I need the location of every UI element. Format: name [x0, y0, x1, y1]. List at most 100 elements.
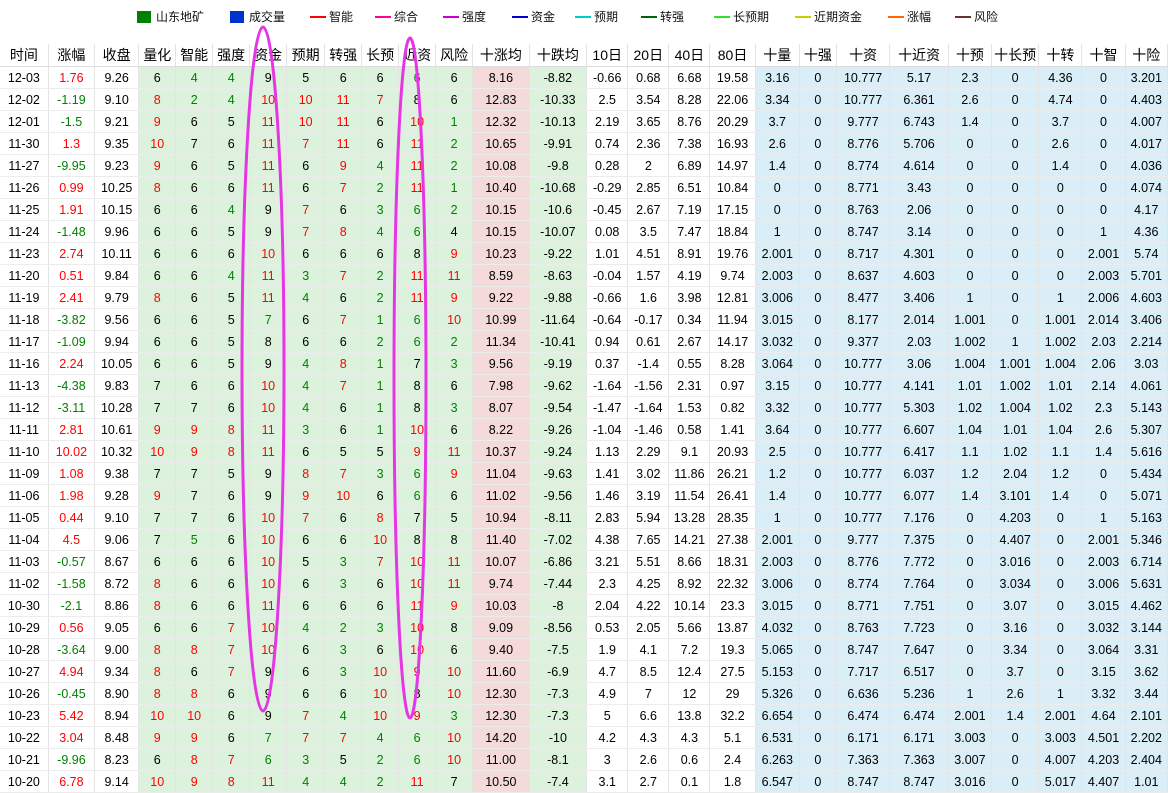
table-cell: 7.47	[668, 220, 711, 243]
column-header[interactable]: 80日	[709, 44, 756, 67]
table-row[interactable]: 11-30 1.3 9.35 10 7 6 11 7 11 6 11 2 10.65 -9.91 0.74 2…	[0, 132, 1168, 155]
column-header[interactable]: 10日	[586, 44, 629, 67]
column-header[interactable]: 资金	[249, 44, 288, 67]
table-cell: 9.79	[94, 286, 140, 309]
table-row[interactable]: 10-28 -3.64 9.00 8 8 7 10 6 3 6 10 6 9.40 -7.5 1.9 4.1 7…	[0, 638, 1168, 661]
table-row[interactable]: 10-30 -2.1 8.86 8 6 6 11 6 6 6 11 9 10.03 -8 2.04 4.22 1…	[0, 594, 1168, 617]
table-cell: 7.363	[836, 748, 891, 771]
column-header[interactable]: 涨幅	[48, 44, 96, 67]
table-row[interactable]: 11-05 0.44 9.10 7 7 6 10 7 6 8 7 5 10.94 -8.11 2.83 5.9…	[0, 506, 1168, 529]
column-header[interactable]: 近资	[398, 44, 437, 67]
table-row[interactable]: 11-25 1.91 10.15 6 6 4 9 7 6 3 6 2 10.15 -10.6 -0.45 2.…	[0, 198, 1168, 221]
table-row[interactable]: 11-09 1.08 9.38 7 7 5 9 8 7 3 6 9 11.04 -9.63 1.41 3.02…	[0, 462, 1168, 485]
table-row[interactable]: 11-04 4.5 9.06 7 5 6 10 6 6 10 8 8 11.40 -7.02 4.38 7.6…	[0, 528, 1168, 551]
table-row[interactable]: 11-17 -1.09 9.94 6 6 5 8 6 6 2 6 2 11.34 -10.41 0.94 0.…	[0, 330, 1168, 353]
column-header[interactable]: 预期	[286, 44, 326, 67]
table-row[interactable]: 11-24 -1.48 9.96 6 6 5 9 7 8 4 6 4 10.15 -10.07 0.08 3.…	[0, 220, 1168, 243]
table-cell: 9.83	[94, 374, 140, 397]
table-cell: 4.3	[627, 726, 670, 749]
table-row[interactable]: 11-26 0.99 10.25 8 6 6 11 6 7 2 11 1 10.40 -10.68 -0.2…	[0, 176, 1168, 199]
table-row[interactable]: 11-10 10.02 10.32 10 9 8 11 6 5 5 9 11 10.37 -9.24 1.1…	[0, 440, 1168, 463]
column-header[interactable]: 十转	[1038, 44, 1083, 67]
table-cell: 5	[324, 748, 363, 771]
table-cell: 8	[212, 770, 251, 793]
table-cell: 2	[435, 330, 474, 353]
table-cell: 6	[435, 484, 474, 507]
table-row[interactable]: 10-26 -0.45 8.90 8 8 6 9 6 6 10 8 10 12.30 -7.3 4.9 7 12…	[0, 682, 1168, 705]
column-header[interactable]: 十长预	[991, 44, 1040, 67]
column-header[interactable]: 收盘	[94, 44, 140, 67]
column-header[interactable]: 十智	[1081, 44, 1126, 67]
column-header[interactable]: 十预	[948, 44, 993, 67]
table-cell: 10	[398, 616, 437, 639]
column-header[interactable]: 转强	[324, 44, 363, 67]
table-cell: 8	[175, 682, 214, 705]
column-header[interactable]: 十近资	[889, 44, 949, 67]
table-cell: 2.05	[627, 616, 670, 639]
table-cell: 0	[1038, 220, 1083, 243]
table-cell: 1	[361, 374, 400, 397]
table-cell: 0	[991, 154, 1040, 177]
table-row[interactable]: 12-01 -1.5 9.21 9 6 5 11 10 11 6 10 1 12.32 -10.13 2.1…	[0, 110, 1168, 133]
column-header[interactable]: 时间	[0, 44, 49, 67]
table-row[interactable]: 12-02 -1.19 9.10 8 2 4 10 10 11 7 8 6 12.83 -10.33 2.5…	[0, 88, 1168, 111]
table-cell: 0.68	[627, 66, 670, 89]
table-cell: 6.171	[889, 726, 949, 749]
table-cell: -0.45	[48, 682, 96, 705]
table-cell: 3.34	[755, 88, 800, 111]
column-header[interactable]: 风险	[435, 44, 474, 67]
table-cell: 7.717	[836, 660, 891, 683]
table-cell: 4	[212, 88, 251, 111]
column-header[interactable]: 长预	[361, 44, 400, 67]
table-row[interactable]: 11-20 0.51 9.84 6 6 4 11 3 7 2 11 11 8.59 -8.63 -0.04 1…	[0, 264, 1168, 287]
legend-label: 长预期	[733, 10, 770, 24]
table-row[interactable]: 10-22 3.04 8.48 9 9 6 7 7 7 4 6 10 14.20 -10 4.2 4.3 4.3…	[0, 726, 1168, 749]
table-row[interactable]: 10-29 0.56 9.05 6 6 7 10 4 2 3 10 8 9.09 -8.56 0.53 2.0…	[0, 616, 1168, 639]
table-row[interactable]: 11-27 -9.95 9.23 9 6 5 11 6 9 4 11 2 10.08 -9.8 0.28 2 6…	[0, 154, 1168, 177]
column-header[interactable]: 量化	[138, 44, 177, 67]
column-header[interactable]: 十量	[755, 44, 800, 67]
table-cell: 2.003	[755, 550, 800, 573]
table-cell: 1.4	[1081, 440, 1126, 463]
table-row[interactable]: 11-23 2.74 10.11 6 6 6 10 6 6 6 8 9 10.23 -9.22 1.01 4.…	[0, 242, 1168, 265]
column-header[interactable]: 十险	[1125, 44, 1168, 67]
table-row[interactable]: 10-23 5.42 8.94 10 10 6 9 7 4 10 9 3 12.30 -7.3 5 6.6 13…	[0, 704, 1168, 727]
table-row[interactable]: 11-18 -3.82 9.56 6 6 5 7 6 7 1 6 10 10.99 -11.64 -0.64…	[0, 308, 1168, 331]
column-header[interactable]: 十强	[799, 44, 837, 67]
table-cell: 0	[948, 572, 993, 595]
table-cell: 6	[435, 418, 474, 441]
table-cell: 8.771	[836, 594, 891, 617]
table-row[interactable]: 10-21 -9.96 8.23 6 8 7 6 3 5 2 6 10 11.00 -8.1 3 2.6 0.6…	[0, 748, 1168, 771]
table-cell: 2.06	[1081, 352, 1126, 375]
date-cell: 11-10	[0, 440, 49, 463]
table-row[interactable]: 10-27 4.94 9.34 8 6 7 9 6 3 10 9 10 11.60 -6.9 4.7 8.5 1…	[0, 660, 1168, 683]
column-header[interactable]: 十跌均	[529, 44, 588, 67]
table-row[interactable]: 12-03 1.76 9.26 6 4 4 9 5 6 6 6 6 8.16 -8.82 -0.66 0.68…	[0, 66, 1168, 89]
table-row[interactable]: 11-02 -1.58 8.72 8 6 6 10 6 3 6 10 11 9.74 -7.44 2.3 4.…	[0, 572, 1168, 595]
table-row[interactable]: 11-16 2.24 10.05 6 6 5 9 4 8 1 7 3 9.56 -9.19 0.37 -1.4…	[0, 352, 1168, 375]
column-header[interactable]: 十资	[836, 44, 891, 67]
column-header[interactable]: 智能	[175, 44, 214, 67]
column-header[interactable]: 20日	[627, 44, 670, 67]
table-row[interactable]: 11-03 -0.57 8.67 6 6 6 10 5 3 7 10 11 10.07 -6.86 3.21…	[0, 550, 1168, 573]
table-cell: 7	[324, 374, 363, 397]
table-cell: 3.144	[1125, 616, 1168, 639]
table-cell: 11	[249, 770, 288, 793]
column-header[interactable]: 十涨均	[472, 44, 530, 67]
table-row[interactable]: 11-19 2.41 9.79 8 6 5 11 4 6 2 11 9 9.22 -9.88 -0.66 1.…	[0, 286, 1168, 309]
column-header[interactable]: 强度	[212, 44, 251, 67]
table-row[interactable]: 11-12 -3.11 10.28 7 7 6 10 4 6 1 8 3 8.07 -9.54 -1.47-…	[0, 396, 1168, 419]
table-row[interactable]: 11-11 2.81 10.61 9 9 8 11 3 6 1 10 6 8.22 -9.26 -1.04-…	[0, 418, 1168, 441]
table-cell: 1.04	[948, 418, 993, 441]
table-row[interactable]: 11-13 -4.38 9.83 7 6 6 10 4 7 1 8 6 7.98 -9.62 -1.64 -1…	[0, 374, 1168, 397]
table-cell: 4	[361, 726, 400, 749]
table-row[interactable]: 11-06 1.98 9.28 9 7 6 9 9 10 6 6 6 11.02 -9.56 1.46 3.1…	[0, 484, 1168, 507]
table-cell: 6.6	[627, 704, 670, 727]
column-header[interactable]: 40日	[668, 44, 711, 67]
table-cell: 1.02	[991, 440, 1040, 463]
table-cell: 2.06	[889, 198, 949, 221]
table-cell: 1.98	[48, 484, 96, 507]
table-cell: 11	[398, 286, 437, 309]
table-row[interactable]: 10-20 6.78 9.14 10 9 8 11 4 4 2 11 7 10.50 -7.4 3.1 2.7…	[0, 770, 1168, 793]
table-cell: 0	[799, 726, 837, 749]
